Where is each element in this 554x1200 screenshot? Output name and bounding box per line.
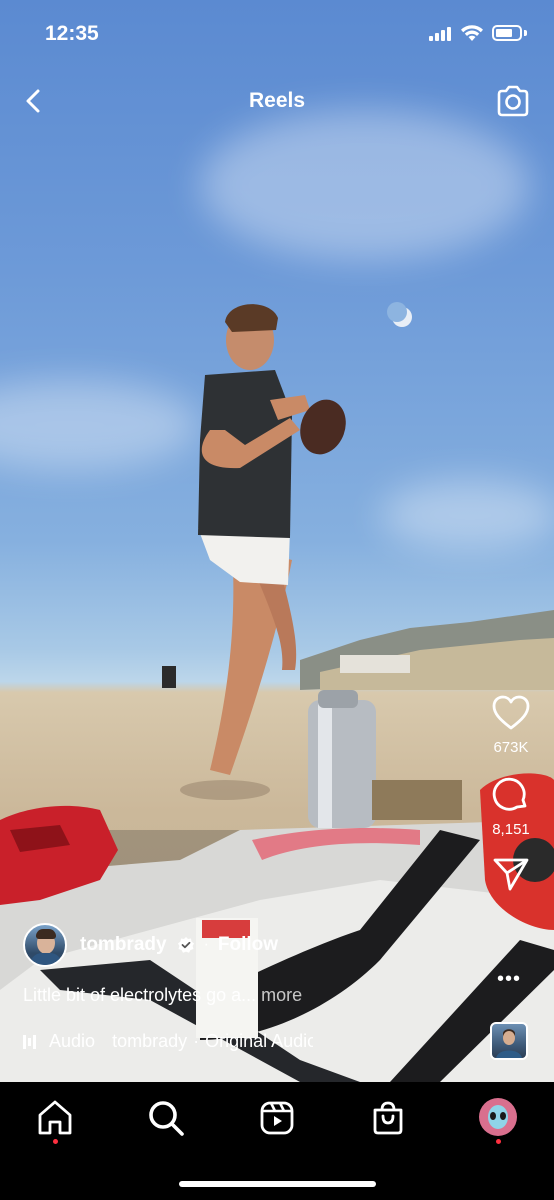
profile-notification-dot (496, 1139, 501, 1144)
audio-thumbnail[interactable] (490, 1022, 528, 1060)
likes-count: 673K (493, 739, 529, 756)
audio-separator: · (193, 1031, 200, 1051)
heart-icon[interactable] (491, 694, 531, 732)
home-icon[interactable] (35, 1098, 75, 1138)
status-time: 12:35 (45, 22, 99, 45)
battery-icon (492, 25, 522, 41)
caption-text: Little bit of electrolytes go a... (23, 985, 257, 1005)
more-options-icon[interactable]: ••• (497, 968, 521, 991)
comments-count: 8,151 (492, 821, 530, 838)
like-action[interactable]: 673K (480, 694, 542, 756)
comment-action[interactable]: 8,151 (480, 774, 542, 838)
status-bar: 12:35 (0, 0, 554, 70)
reels-header: Reels (0, 80, 554, 124)
follow-separator: · (203, 936, 209, 953)
reels-icon[interactable] (257, 1098, 297, 1138)
caption-more-link[interactable]: more (261, 985, 302, 1005)
home-indicator (179, 1181, 376, 1187)
audio-track: Original Audio (205, 1031, 313, 1051)
reel-author: tombrady · Follow (23, 923, 278, 967)
battery-tip (524, 30, 527, 36)
send-icon[interactable] (492, 856, 530, 892)
reel-audio[interactable]: Audio tombrady · Original Audio (23, 1031, 313, 1052)
audio-artist: tombrady (112, 1031, 188, 1051)
cellular-signal-icon (429, 27, 451, 41)
verified-badge-icon (177, 937, 194, 953)
search-icon[interactable] (146, 1098, 186, 1138)
author-avatar[interactable] (23, 923, 67, 967)
audio-label: Audio (49, 1031, 96, 1051)
reel-actions: 673K 8,151 (480, 694, 542, 915)
share-action[interactable] (480, 856, 542, 897)
reel-video[interactable]: 12:35 Reels 673K 8,151 ••• tombrady · Fo… (0, 0, 554, 1082)
audio-bars-icon (23, 1034, 36, 1049)
page-title: Reels (248, 89, 306, 112)
home-notification-dot (53, 1139, 58, 1144)
camera-icon[interactable] (494, 82, 532, 120)
wifi-icon (461, 25, 483, 41)
shop-icon[interactable] (368, 1098, 408, 1138)
profile-avatar-icon[interactable] (479, 1098, 517, 1136)
reel-scene (0, 302, 554, 1082)
reel-caption[interactable]: Little bit of electrolytes go a... more (23, 985, 302, 1006)
follow-button[interactable]: Follow (218, 934, 278, 956)
comment-icon[interactable] (491, 774, 531, 814)
author-username[interactable]: tombrady (80, 934, 167, 956)
